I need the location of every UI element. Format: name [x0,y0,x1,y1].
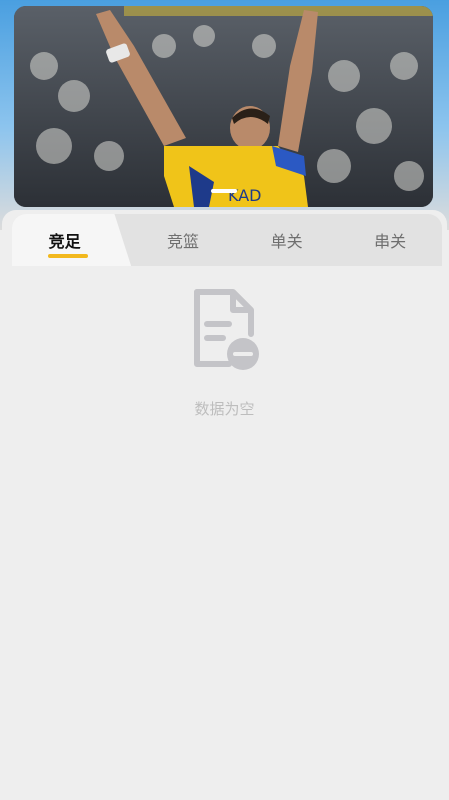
tab-jingzu[interactable]: 竞足 [12,214,132,266]
tab-danguan[interactable]: 单关 [235,214,339,266]
empty-state: 数据为空 [2,288,447,419]
banner-photo: KAD [14,6,433,207]
tab-label: 竞篮 [166,232,199,251]
document-remove-icon [193,289,259,370]
content-panel: 竞足 竞篮 单关 串关 数据为空 [2,210,447,800]
banner-page-indicator [210,189,237,193]
tab-label: 单关 [270,232,303,251]
tab-label: 串关 [374,232,407,251]
tab-jinglan[interactable]: 竞篮 [131,214,235,266]
empty-state-message: 数据为空 [194,400,255,418]
category-tabs: 竞足 竞篮 单关 串关 [12,214,442,266]
active-tab-underline [48,254,88,258]
tab-chuanguan[interactable]: 串关 [338,214,442,266]
tab-label: 竞足 [48,232,81,251]
promo-banner[interactable]: KAD [14,6,433,207]
